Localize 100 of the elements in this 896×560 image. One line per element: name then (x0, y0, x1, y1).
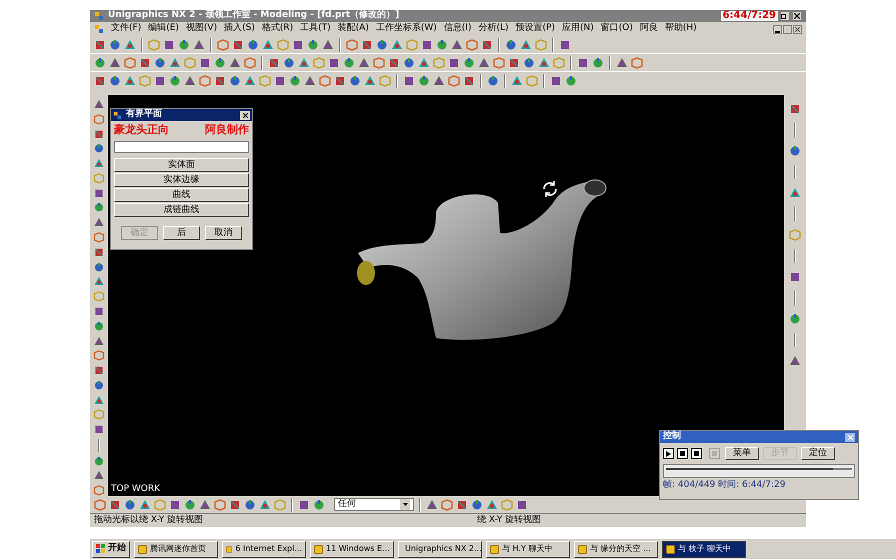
toolbar-icon[interactable] (436, 38, 448, 50)
toolbar-icon[interactable] (361, 38, 373, 50)
toolbar-icon[interactable] (169, 498, 181, 510)
menu-item[interactable]: 装配(A) (338, 22, 369, 36)
toolbar-icon[interactable] (289, 75, 301, 87)
toolbar-icon[interactable] (244, 498, 256, 510)
toolbar-icon[interactable] (124, 56, 136, 68)
toolbar-icon[interactable] (433, 75, 445, 87)
toolbar-icon[interactable] (418, 56, 430, 68)
toolbar-icon[interactable] (262, 38, 274, 50)
menu-item[interactable]: 帮助(H) (664, 22, 697, 36)
toolbar-icon[interactable] (559, 38, 571, 50)
menu-item[interactable]: 视图(V) (186, 22, 218, 36)
toolbar-icon[interactable] (307, 38, 319, 50)
toolbar-icon[interactable] (319, 75, 331, 87)
toolbar-icon[interactable] (463, 75, 475, 87)
toolbar-icon[interactable] (93, 217, 105, 228)
toolbar-icon[interactable] (426, 498, 438, 510)
selection-filter-dropdown[interactable]: 任何 (334, 498, 414, 511)
start-button[interactable]: 开始 (92, 540, 130, 558)
toolbar-icon[interactable] (789, 187, 801, 199)
toolbar-icon[interactable] (247, 38, 259, 50)
toolbar-icon[interactable] (94, 56, 106, 68)
toolbar-icon[interactable] (388, 56, 400, 68)
toolbar-icon[interactable] (184, 498, 196, 510)
toolbar-icon[interactable] (292, 38, 304, 50)
toolbar-icon[interactable] (322, 38, 334, 50)
toolbar-icon[interactable] (232, 38, 244, 50)
taskbar-button[interactable]: 6 Internet Expl... (222, 540, 306, 558)
toolbar-icon[interactable] (154, 56, 166, 68)
taskbar-button[interactable]: Unigraphics NX 2... (398, 540, 482, 558)
close-button[interactable] (792, 11, 802, 21)
toolbar-icon[interactable] (508, 56, 520, 68)
toolbar-icon[interactable] (93, 485, 105, 496)
toolbar-icon[interactable] (169, 75, 181, 87)
toolbar-icon[interactable] (214, 56, 226, 68)
toolbar-icon[interactable] (448, 56, 460, 68)
toolbar-icon[interactable] (94, 38, 106, 50)
toolbar-icon[interactable] (448, 75, 460, 87)
toolbar-icon[interactable] (313, 498, 325, 510)
toolbar-icon[interactable] (244, 56, 256, 68)
toolbar-icon[interactable] (154, 75, 166, 87)
menu-item[interactable]: 编辑(E) (148, 22, 179, 36)
toolbar-icon[interactable] (109, 498, 121, 510)
toolbar-icon[interactable] (505, 38, 517, 50)
toolbar-icon[interactable] (616, 56, 628, 68)
toolbar-icon[interactable] (109, 75, 121, 87)
toolbar-icon[interactable] (550, 75, 562, 87)
toolbar-icon[interactable] (364, 75, 376, 87)
playback-slider[interactable] (663, 464, 855, 478)
toolbar-icon[interactable] (139, 56, 151, 68)
toolbar-icon[interactable] (463, 56, 475, 68)
toolbar-icon[interactable] (304, 75, 316, 87)
toolbar-icon[interactable] (486, 498, 498, 510)
toolbar-icon[interactable] (94, 75, 106, 87)
menu-item[interactable]: 插入(S) (224, 22, 255, 36)
toolbar-icon[interactable] (298, 498, 310, 510)
toolbar-icon[interactable] (373, 56, 385, 68)
menu-item[interactable]: 文件(F) (111, 22, 142, 36)
menu-item[interactable]: 窗口(O) (600, 22, 633, 36)
toolbar-icon[interactable] (214, 498, 226, 510)
toolbar-icon[interactable] (478, 56, 490, 68)
toolbar-icon[interactable] (523, 56, 535, 68)
toolbar-icon[interactable] (93, 394, 105, 406)
toolbar-icon[interactable] (163, 38, 175, 50)
menu-item[interactable]: 格式(R) (262, 22, 294, 36)
toolbar-icon[interactable] (184, 75, 196, 87)
toolbar-icon[interactable] (124, 38, 136, 50)
toolbar-icon[interactable] (441, 498, 453, 510)
taskbar-button[interactable]: 与 缘分的天空 ... (574, 540, 658, 558)
toolbar-icon[interactable] (94, 498, 106, 510)
play-button[interactable] (663, 448, 674, 459)
option-button[interactable]: 实体边缘 (114, 173, 249, 187)
toolbar-icon[interactable] (538, 56, 550, 68)
toolbar-icon[interactable] (93, 188, 105, 198)
toolbar-icon[interactable] (789, 355, 801, 367)
toolbar-icon[interactable] (217, 38, 229, 50)
toolbar-icon[interactable] (93, 336, 105, 346)
menu-item[interactable]: 预设置(P) (516, 22, 555, 36)
toolbar-icon[interactable] (471, 498, 483, 510)
toolbar-icon[interactable] (214, 75, 226, 87)
toolbar-icon[interactable] (93, 320, 105, 332)
toolbar-icon[interactable] (93, 380, 105, 391)
toolbar-icon[interactable] (298, 56, 310, 68)
toolbar-icon[interactable] (93, 246, 105, 258)
toolbar-icon[interactable] (178, 38, 190, 50)
menu-item[interactable]: 工具(T) (300, 22, 331, 36)
minimize-button[interactable] (773, 24, 782, 34)
option-button[interactable]: 实体面 (114, 158, 249, 172)
toolbar-icon[interactable] (487, 75, 499, 87)
toolbar-icon[interactable] (124, 75, 136, 87)
toolbar-icon[interactable] (93, 276, 105, 288)
toolbar-icon[interactable] (93, 99, 105, 110)
toolbar-icon[interactable] (334, 75, 346, 87)
toolbar-icon[interactable] (349, 75, 361, 87)
toolbar-icon[interactable] (93, 365, 105, 376)
toolbar-icon[interactable] (789, 313, 801, 325)
toolbar-icon[interactable] (93, 143, 105, 154)
toolbar-icon[interactable] (328, 56, 340, 68)
option-button[interactable]: 曲线 (114, 188, 249, 202)
